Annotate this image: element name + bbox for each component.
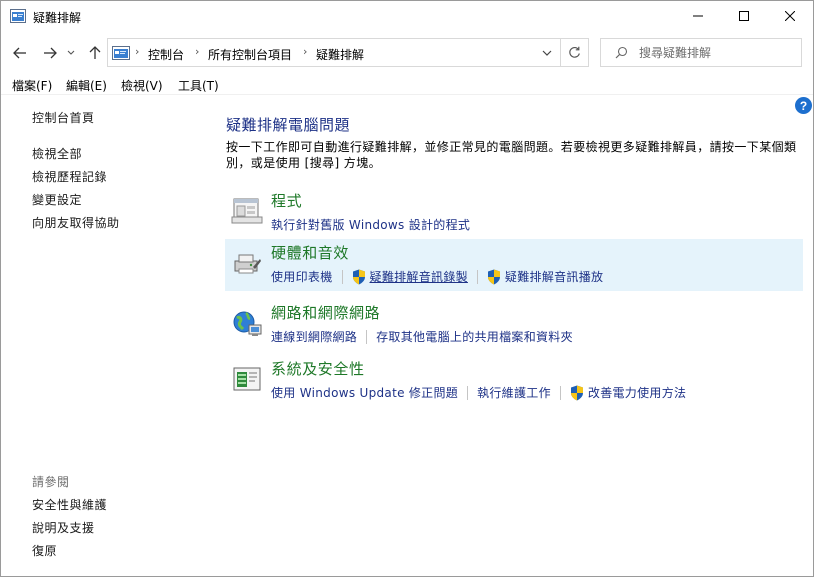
uac-shield-icon: [570, 385, 583, 400]
category-programs: 程式 執行針對舊版 Windows 設計的程式: [225, 187, 803, 239]
hardware-sound-icon: [234, 254, 261, 274]
chevron-right-icon: ›: [195, 45, 200, 58]
control-panel-icon: [112, 46, 130, 60]
page-description: 按一下工作即可自動進行疑難排解，並修正常見的電腦問題。若要檢視更多疑難排解員，請…: [226, 140, 797, 170]
recent-locations-button[interactable]: [64, 42, 78, 64]
category-programs-links: 執行針對舊版 Windows 設計的程式: [271, 216, 470, 233]
troubleshooting-window: 疑難排解 › 控制台 › 所有控制台項目 › 疑難排解 搜尋疑難排解 檔案(F)…: [0, 0, 814, 577]
forward-button[interactable]: [39, 42, 61, 64]
search-input[interactable]: [639, 40, 797, 65]
menu-bar: 檔案(F) 編輯(E) 檢視(V) 工具(T): [1, 75, 813, 95]
chevron-down-icon: [67, 50, 75, 55]
programs-icon: [231, 198, 263, 224]
sidebar-view-history[interactable]: 檢視歷程記錄: [32, 168, 107, 185]
title-bar: 疑難排解: [1, 1, 813, 32]
minimize-button[interactable]: [675, 1, 721, 31]
link-troubleshoot-audio-recording[interactable]: 疑難排解音訊錄製: [370, 268, 468, 285]
category-hardware-sound: 硬體和音效 使用印表機 疑難排解音訊錄製 疑難排解音訊播放: [225, 239, 803, 291]
navigation-bar: › 控制台 › 所有控制台項目 › 疑難排解: [1, 35, 813, 71]
category-programs-title[interactable]: 程式: [271, 190, 302, 211]
network-internet-icon: [233, 311, 262, 336]
category-network-internet: 網路和網際網路 連線到網際網路 存取其他電腦上的共用檔案和資料夾: [225, 299, 803, 351]
arrow-up-icon: [89, 46, 101, 59]
arrow-right-icon: [44, 47, 57, 59]
link-improve-power-usage[interactable]: 改善電力使用方法: [588, 384, 686, 401]
category-hardware-sound-title[interactable]: 硬體和音效: [271, 242, 349, 263]
link-separator: [467, 385, 469, 400]
category-network-internet-title[interactable]: 網路和網際網路: [271, 302, 380, 323]
link-connect-internet[interactable]: 連線到網際網路: [271, 328, 357, 345]
chevron-right-icon: ›: [303, 45, 308, 58]
maximize-icon: [739, 11, 749, 21]
menu-edit[interactable]: 編輯(E): [66, 77, 107, 94]
refresh-icon: [569, 46, 580, 58]
uac-shield-icon: [352, 269, 365, 284]
link-fix-windows-update[interactable]: 使用 Windows Update 修正問題: [271, 384, 458, 401]
link-separator: [366, 329, 368, 344]
see-also-security-maintenance[interactable]: 安全性與維護: [32, 496, 107, 513]
link-separator: [341, 269, 343, 284]
link-use-printer[interactable]: 使用印表機: [271, 268, 333, 285]
minimize-icon: [693, 15, 703, 17]
sidebar-change-settings[interactable]: 變更設定: [32, 191, 82, 208]
link-run-maintenance[interactable]: 執行維護工作: [477, 384, 551, 401]
menu-file[interactable]: 檔案(F): [12, 77, 52, 94]
breadcrumb-control-panel[interactable]: 控制台: [148, 46, 184, 63]
search-box[interactable]: [600, 38, 802, 67]
sidebar-control-panel-home[interactable]: 控制台首頁: [32, 109, 95, 126]
close-button[interactable]: [767, 1, 813, 31]
refresh-button[interactable]: [560, 39, 588, 66]
address-dropdown-button[interactable]: [536, 39, 558, 66]
category-network-internet-links: 連線到網際網路 存取其他電腦上的共用檔案和資料夾: [271, 328, 573, 345]
category-hardware-sound-links: 使用印表機 疑難排解音訊錄製 疑難排解音訊播放: [271, 268, 603, 285]
close-icon: [785, 11, 795, 21]
category-system-security-title[interactable]: 系統及安全性: [271, 358, 365, 379]
menu-view[interactable]: 檢視(V): [121, 77, 163, 94]
search-icon: [615, 46, 628, 59]
help-icon[interactable]: ?: [795, 97, 812, 114]
address-bar[interactable]: › 控制台 › 所有控制台項目 › 疑難排解: [107, 38, 589, 67]
control-panel-icon: [10, 9, 26, 23]
link-troubleshoot-audio-playback[interactable]: 疑難排解音訊播放: [505, 268, 603, 285]
link-access-shared-files[interactable]: 存取其他電腦上的共用檔案和資料夾: [376, 328, 573, 345]
uac-shield-icon: [487, 269, 500, 284]
back-button[interactable]: [9, 42, 31, 64]
chevron-down-icon: [542, 50, 552, 56]
breadcrumb-troubleshooting[interactable]: 疑難排解: [316, 46, 364, 63]
window-title: 疑難排解: [33, 11, 82, 25]
up-button[interactable]: [84, 42, 106, 64]
breadcrumb-all-items[interactable]: 所有控制台項目: [208, 46, 292, 63]
link-separator: [476, 269, 478, 284]
see-also-header: 請參閱: [32, 475, 70, 489]
category-system-security-links: 使用 Windows Update 修正問題 執行維護工作 改善電力使用方法: [271, 384, 686, 401]
arrow-left-icon: [13, 47, 26, 59]
see-also-recovery[interactable]: 復原: [32, 542, 57, 559]
category-system-security: 系統及安全性 使用 Windows Update 修正問題 執行維護工作 改善電…: [225, 355, 803, 407]
system-security-icon: [233, 367, 261, 391]
link-separator: [559, 385, 561, 400]
maximize-button[interactable]: [721, 1, 767, 31]
link-run-legacy-programs[interactable]: 執行針對舊版 Windows 設計的程式: [271, 216, 470, 233]
sidebar-view-all[interactable]: 檢視全部: [32, 145, 82, 162]
menu-tools[interactable]: 工具(T): [178, 77, 219, 94]
page-title: 疑難排解電腦問題: [226, 116, 351, 134]
chevron-right-icon: ›: [135, 45, 140, 58]
see-also-help-support[interactable]: 說明及支援: [32, 519, 95, 536]
sidebar-get-help-from-friend[interactable]: 向朋友取得協助: [32, 214, 120, 231]
